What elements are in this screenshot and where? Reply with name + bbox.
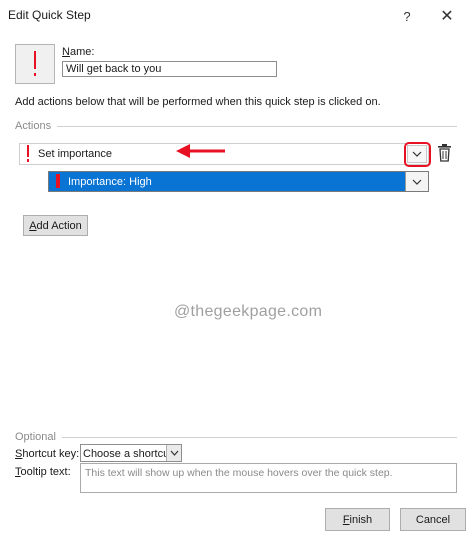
watermark: @thegeekpage.com <box>174 303 323 320</box>
quick-step-icon-button[interactable] <box>15 44 55 84</box>
importance-select-value: Importance: High <box>68 176 152 188</box>
shortcut-key-label: Shortcut key: <box>15 448 80 460</box>
finish-button[interactable]: Finish <box>325 508 390 531</box>
trash-icon[interactable] <box>437 144 452 162</box>
action-select-value: Set importance <box>38 148 112 160</box>
actions-group-label: Actions <box>15 120 52 132</box>
add-action-button[interactable]: Add Action <box>23 215 88 236</box>
optional-divider <box>62 437 457 438</box>
cancel-button[interactable]: Cancel <box>400 508 466 531</box>
chevron-down-icon <box>412 179 422 185</box>
actions-description: Add actions below that will be performed… <box>15 96 381 108</box>
red-exclamation-icon <box>56 174 60 188</box>
importance-dropdown-button[interactable] <box>405 172 428 191</box>
red-arrow-annotation <box>176 144 225 158</box>
actions-divider <box>57 126 457 127</box>
chevron-down-icon <box>170 450 178 456</box>
shortcut-key-value: Choose a shortcut <box>83 448 173 460</box>
red-exclamation-icon <box>27 145 29 162</box>
tooltip-text-label: Tooltip text: <box>15 466 71 478</box>
tooltip-text-input[interactable]: This text will show up when the mouse ho… <box>80 463 457 493</box>
name-input[interactable]: Will get back to you <box>62 61 277 77</box>
name-label: Name: <box>62 46 95 58</box>
red-exclamation-icon <box>34 51 36 76</box>
window-title: Edit Quick Step <box>8 8 91 22</box>
action-dropdown-button[interactable] <box>407 145 427 163</box>
close-button[interactable]: ✕ <box>436 5 458 27</box>
chevron-down-icon <box>412 151 422 157</box>
shortcut-dropdown-button[interactable] <box>166 445 181 461</box>
optional-group-label: Optional <box>15 431 56 443</box>
help-button[interactable]: ? <box>396 5 418 27</box>
